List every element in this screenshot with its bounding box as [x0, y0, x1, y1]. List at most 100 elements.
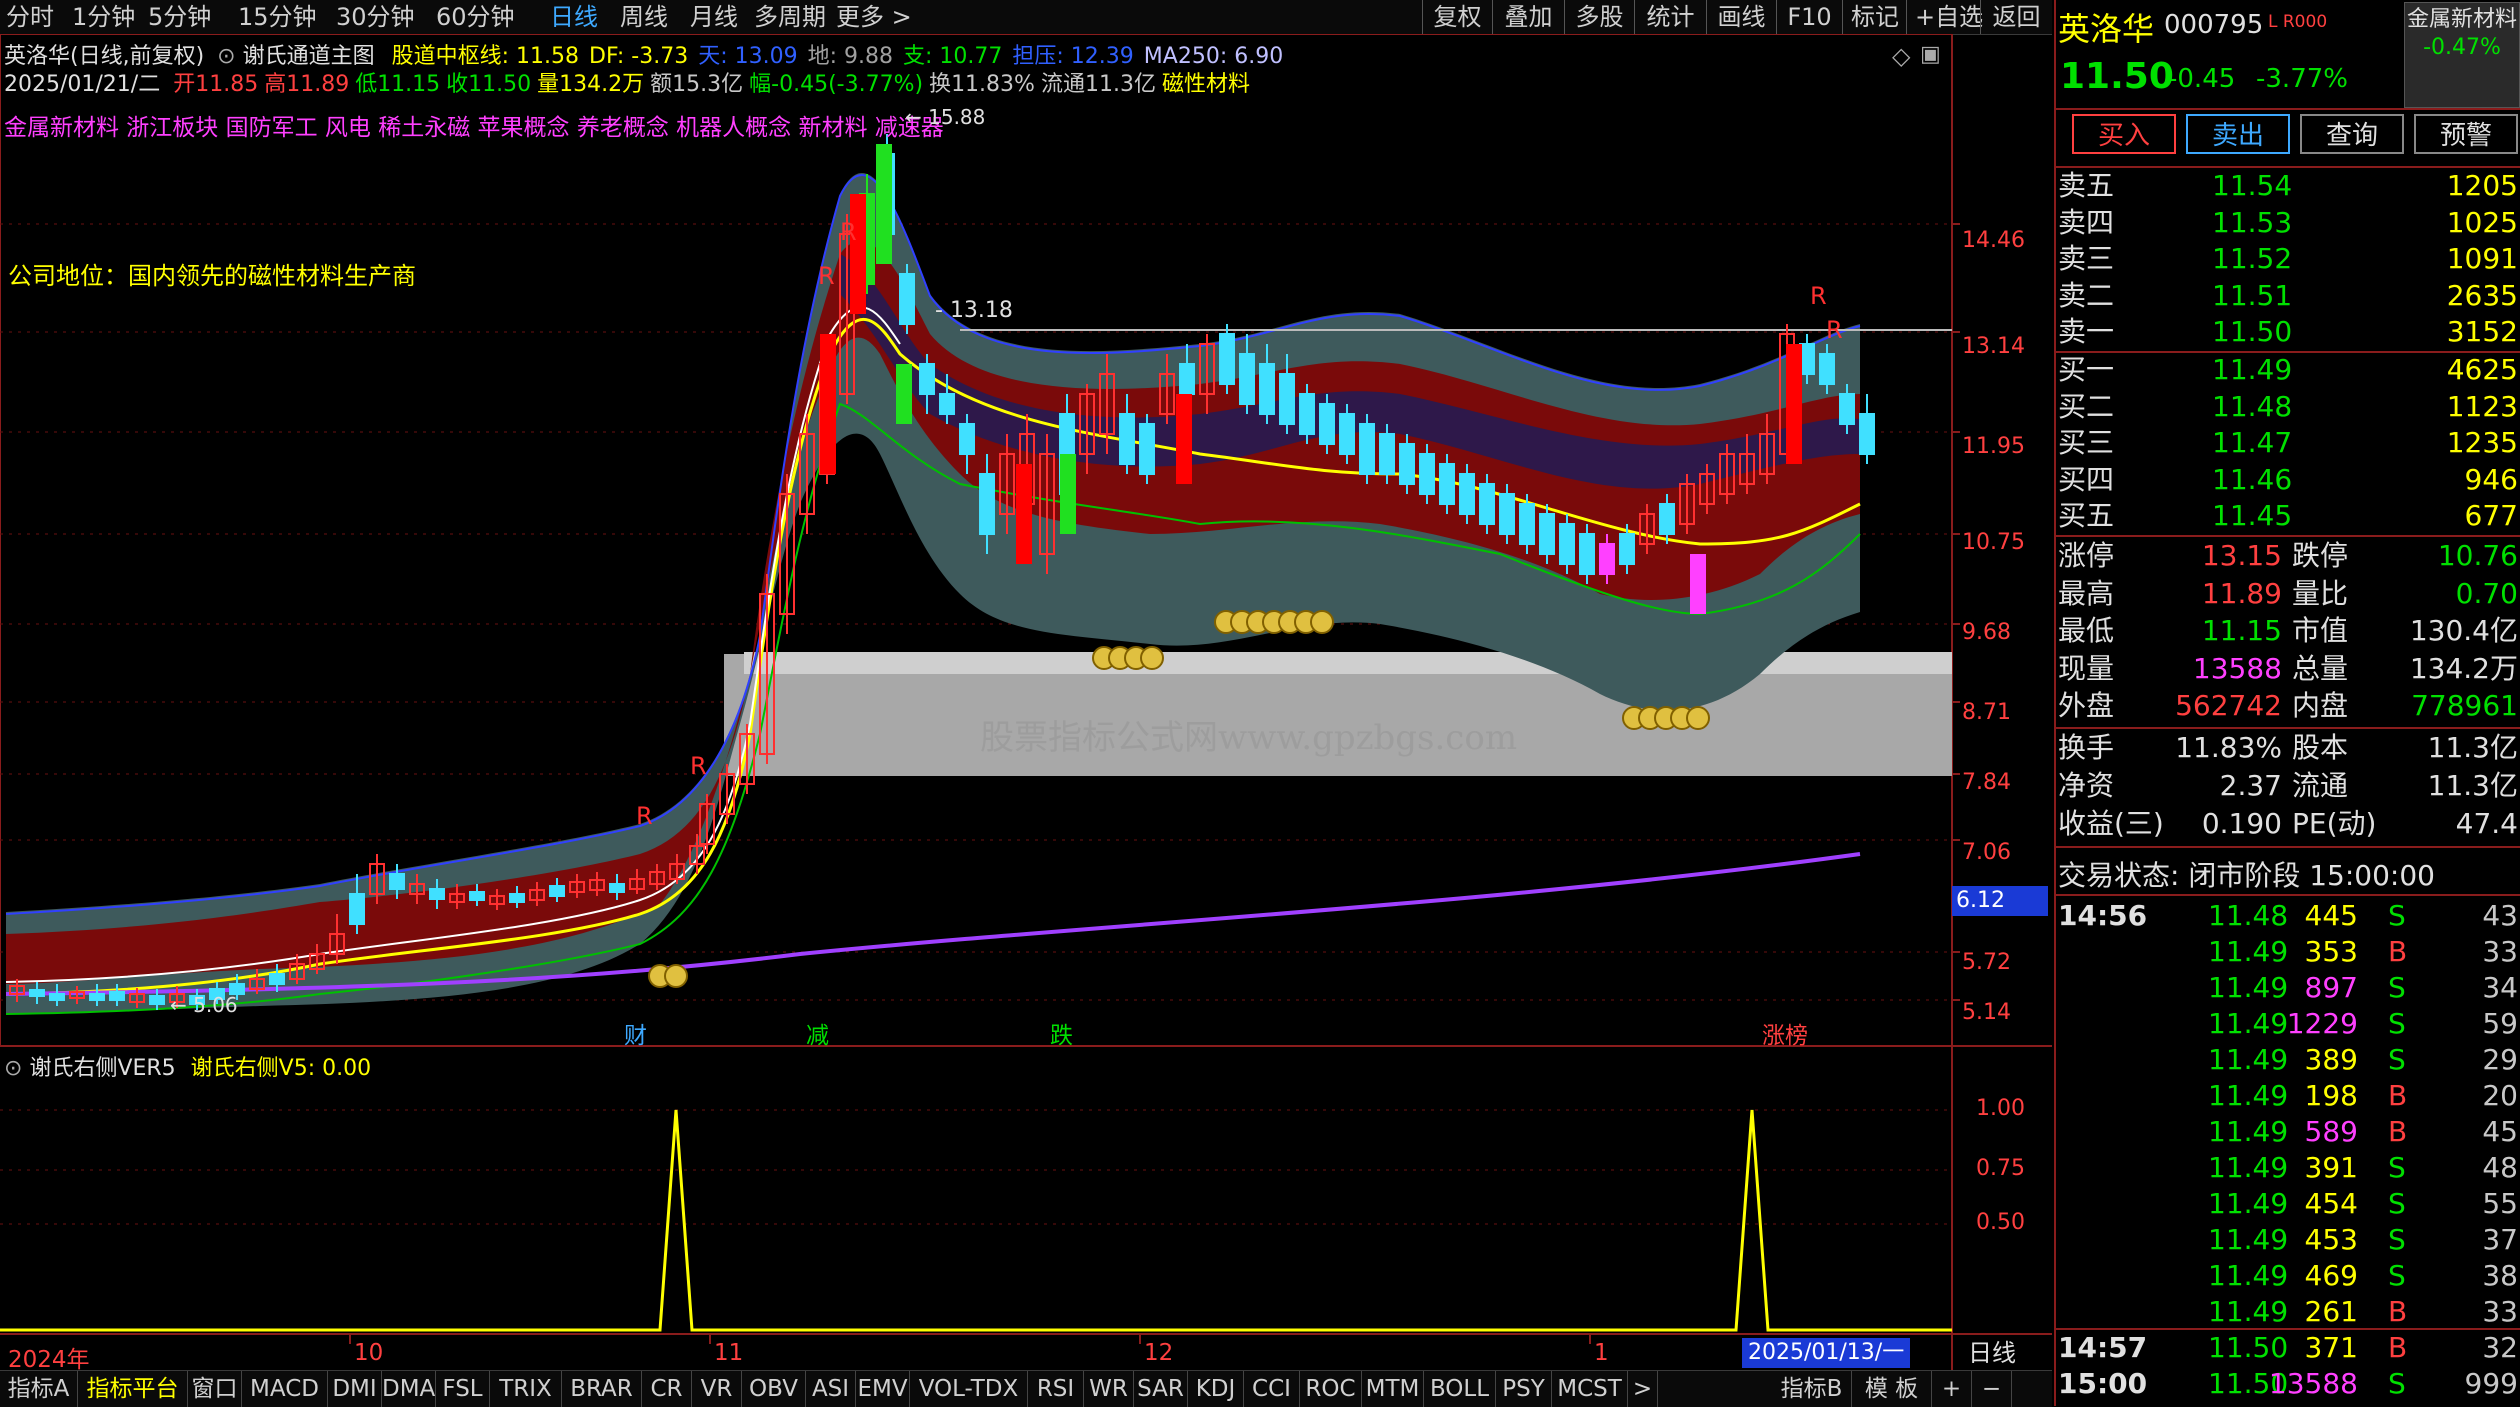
low-price-label: ← 5.06	[170, 993, 238, 1017]
order-book-row[interactable]: 买三 11.47 1235	[2056, 425, 2520, 461]
tick-side: S	[2388, 1367, 2406, 1400]
indicator-tab[interactable]: 模 板	[1852, 1371, 1932, 1407]
tick-row: 11.49 261 B 33	[2056, 1294, 2520, 1330]
toolbar-button[interactable]: +自选	[1906, 0, 1983, 34]
order-book-row[interactable]: 卖二 11.51 2635	[2056, 278, 2520, 314]
indicator-tab[interactable]: CCI	[1244, 1371, 1300, 1407]
period-tab[interactable]: 1分钟	[72, 0, 135, 34]
period-tab[interactable]: 日线	[550, 0, 598, 34]
candlestick-chart[interactable]: RRRRRR	[0, 34, 2052, 1370]
period-tab[interactable]: 5分钟	[148, 0, 211, 34]
toolbar-button[interactable]: 返回	[1980, 0, 2052, 34]
sub-indicator-name[interactable]: 谢氏右侧VER5	[29, 1056, 175, 1081]
tick-count: 999	[2464, 1367, 2518, 1400]
indicator-tab[interactable]: RSI	[1028, 1371, 1084, 1407]
event-label[interactable]: 跌	[1050, 1016, 1073, 1050]
order-book-row[interactable]: 买五 11.45 677	[2056, 498, 2520, 534]
period-tab[interactable]: 60分钟	[436, 0, 515, 34]
indicator-tab[interactable]: BRAR	[562, 1371, 642, 1407]
diamond-icon[interactable]: ◇	[1892, 42, 1910, 70]
indicator-tab[interactable]: 指标A	[0, 1371, 78, 1407]
indicator-tab[interactable]: +	[1932, 1371, 1972, 1407]
toolbar-button[interactable]: F10	[1776, 0, 1842, 34]
order-book-row[interactable]: 买一 11.49 4625	[2056, 352, 2520, 388]
period-tab[interactable]: 月线	[690, 0, 738, 34]
stat-row: 最高 11.89 量比 0.70	[2056, 576, 2520, 612]
highlight-candle	[1060, 454, 1076, 534]
indicator-tab[interactable]: DMA	[382, 1371, 436, 1407]
order-book-row[interactable]: 买二 11.48 1123	[2056, 389, 2520, 425]
indicator-tab[interactable]: EMV	[856, 1371, 910, 1407]
event-label[interactable]: 涨榜	[1762, 1016, 1808, 1050]
indicator-tab[interactable]: TRIX	[490, 1371, 562, 1407]
indicator-tab[interactable]: 指标平台	[78, 1371, 188, 1407]
order-book-row[interactable]: 买四 11.46 946	[2056, 462, 2520, 498]
indicator-tab[interactable]: PSY	[1496, 1371, 1552, 1407]
indicator-tab[interactable]: DMI	[328, 1371, 382, 1407]
ohlc-value: 换11.83%	[929, 72, 1035, 97]
sub-indicator-icon[interactable]: ⊙	[4, 1056, 22, 1081]
period-tab[interactable]: 周线	[620, 0, 668, 34]
tick-count: 37	[2482, 1223, 2518, 1256]
toolbar-button[interactable]: 叠加	[1492, 0, 1564, 34]
tick-count: 45	[2482, 1115, 2518, 1148]
ohlc-value: 幅-0.45(-3.77%)	[749, 72, 924, 97]
indicator-tab[interactable]: 指标B	[1772, 1371, 1852, 1407]
trade-action-button[interactable]: 卖出	[2186, 114, 2290, 154]
stat-row: 涨停 13.15 跌停 10.76	[2056, 538, 2520, 574]
indicator-tab[interactable]: >	[1628, 1371, 1658, 1407]
indicator-tab[interactable]: 窗口	[188, 1371, 242, 1407]
event-label[interactable]: 减	[806, 1016, 829, 1050]
stat-label: 量比	[2292, 576, 2349, 610]
window-toggle-icon[interactable]: ▣	[1920, 42, 1941, 67]
tick-count: 29	[2482, 1043, 2518, 1076]
indicator-tab[interactable]: −	[1972, 1371, 2012, 1407]
period-tab[interactable]: 30分钟	[336, 0, 415, 34]
indicator-tab[interactable]: KDJ	[1188, 1371, 1244, 1407]
period-tab[interactable]: 分时	[6, 0, 54, 34]
indicator-tab[interactable]: ROC	[1300, 1371, 1362, 1407]
trade-action-button[interactable]: 买入	[2072, 114, 2176, 154]
tick-side: B	[2388, 935, 2408, 968]
tick-volume: 453	[2304, 1223, 2358, 1256]
toolbar-button[interactable]: 统计	[1634, 0, 1706, 34]
level-price: 11.45	[2212, 499, 2293, 532]
stat-label: 股本	[2292, 731, 2349, 764]
indicator-tab[interactable]: MACD	[242, 1371, 328, 1407]
indicator-tab[interactable]: ASI	[806, 1371, 856, 1407]
event-label[interactable]: 财	[624, 1016, 647, 1050]
tick-row: 11.49 454 S 55	[2056, 1186, 2520, 1222]
toolbar-button[interactable]: 复权	[1422, 0, 1492, 34]
indicator-tab[interactable]: VR	[692, 1371, 742, 1407]
tick-price: 11.48	[2208, 899, 2289, 932]
indicator-tab[interactable]: FSL	[436, 1371, 490, 1407]
indicator-tab[interactable]: BOLL	[1424, 1371, 1496, 1407]
stat-value: 11.3亿	[2427, 731, 2518, 764]
period-tab[interactable]: 15分钟	[238, 0, 317, 34]
order-book-row[interactable]: 卖五 11.54 1205	[2056, 168, 2520, 204]
tick-volume: 198	[2304, 1079, 2358, 1112]
indicator-tab[interactable]: MTM	[1362, 1371, 1424, 1407]
indicator-tab[interactable]: SAR	[1134, 1371, 1188, 1407]
stat-label: 换手	[2058, 731, 2115, 764]
candle-body	[1519, 503, 1535, 545]
trade-action-button[interactable]: 预警	[2414, 114, 2518, 154]
indicator-tab[interactable]: CR	[642, 1371, 692, 1407]
candle-body	[1319, 403, 1335, 445]
indicator-tab[interactable]: MCST	[1552, 1371, 1628, 1407]
stat-label: 内盘	[2292, 689, 2349, 722]
toolbar-button[interactable]: 标记	[1842, 0, 1906, 34]
indicator-tab[interactable]: OBV	[742, 1371, 806, 1407]
period-label[interactable]: 日线	[1968, 1338, 2016, 1368]
order-book-row[interactable]: 卖四 11.53 1025	[2056, 205, 2520, 241]
toolbar-button[interactable]: 画线	[1706, 0, 1776, 34]
indicator-tab[interactable]: VOL-TDX	[910, 1371, 1028, 1407]
toolbar-button[interactable]: 多股	[1564, 0, 1634, 34]
indicator-tab[interactable]: WR	[1084, 1371, 1134, 1407]
order-book-row[interactable]: 卖一 11.50 3152	[2056, 314, 2520, 350]
order-book-row[interactable]: 卖三 11.52 1091	[2056, 241, 2520, 277]
trade-action-button[interactable]: 查询	[2300, 114, 2404, 154]
period-tab[interactable]: 更多 >	[836, 0, 912, 34]
sector-box[interactable]: 金属新材料 -0.47%	[2404, 2, 2520, 108]
period-tab[interactable]: 多周期	[754, 0, 826, 34]
